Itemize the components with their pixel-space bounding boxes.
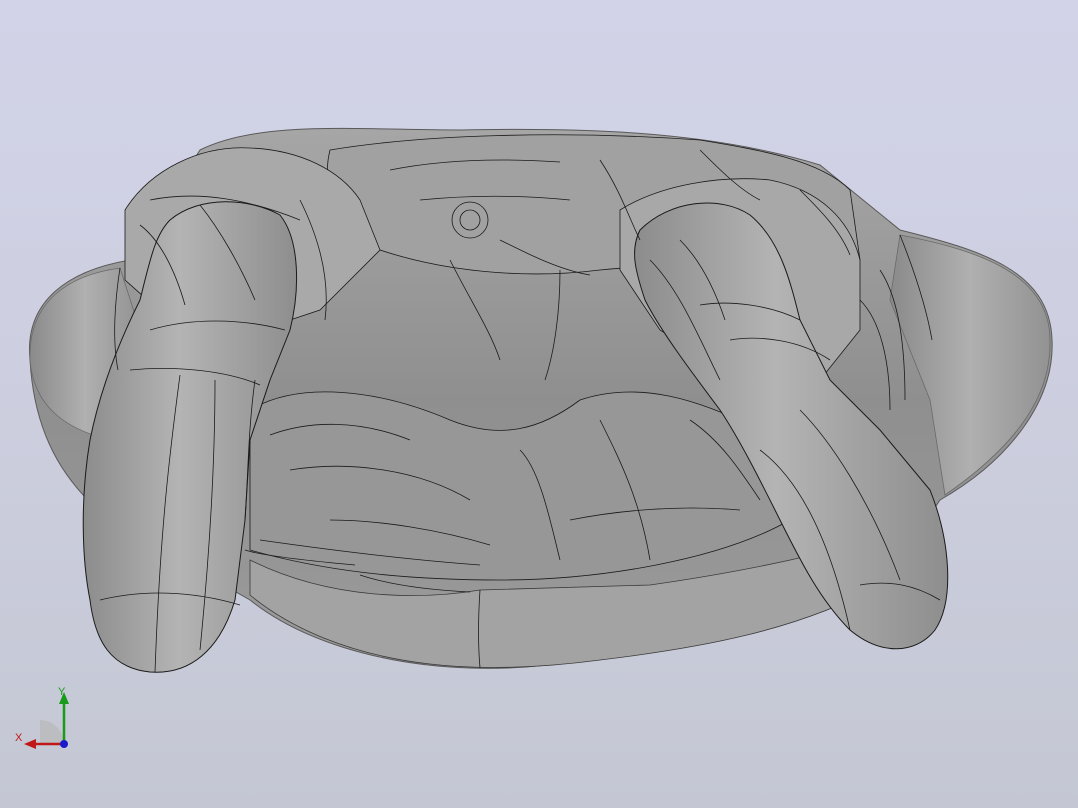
coordinate-triad: Y X [12,684,76,754]
x-axis-label: X [15,732,23,744]
z-axis-dot [60,740,68,748]
model-shaded-view[interactable] [0,0,1078,808]
y-axis-label: Y [58,686,66,698]
3d-viewport[interactable]: Y X [0,0,1078,808]
